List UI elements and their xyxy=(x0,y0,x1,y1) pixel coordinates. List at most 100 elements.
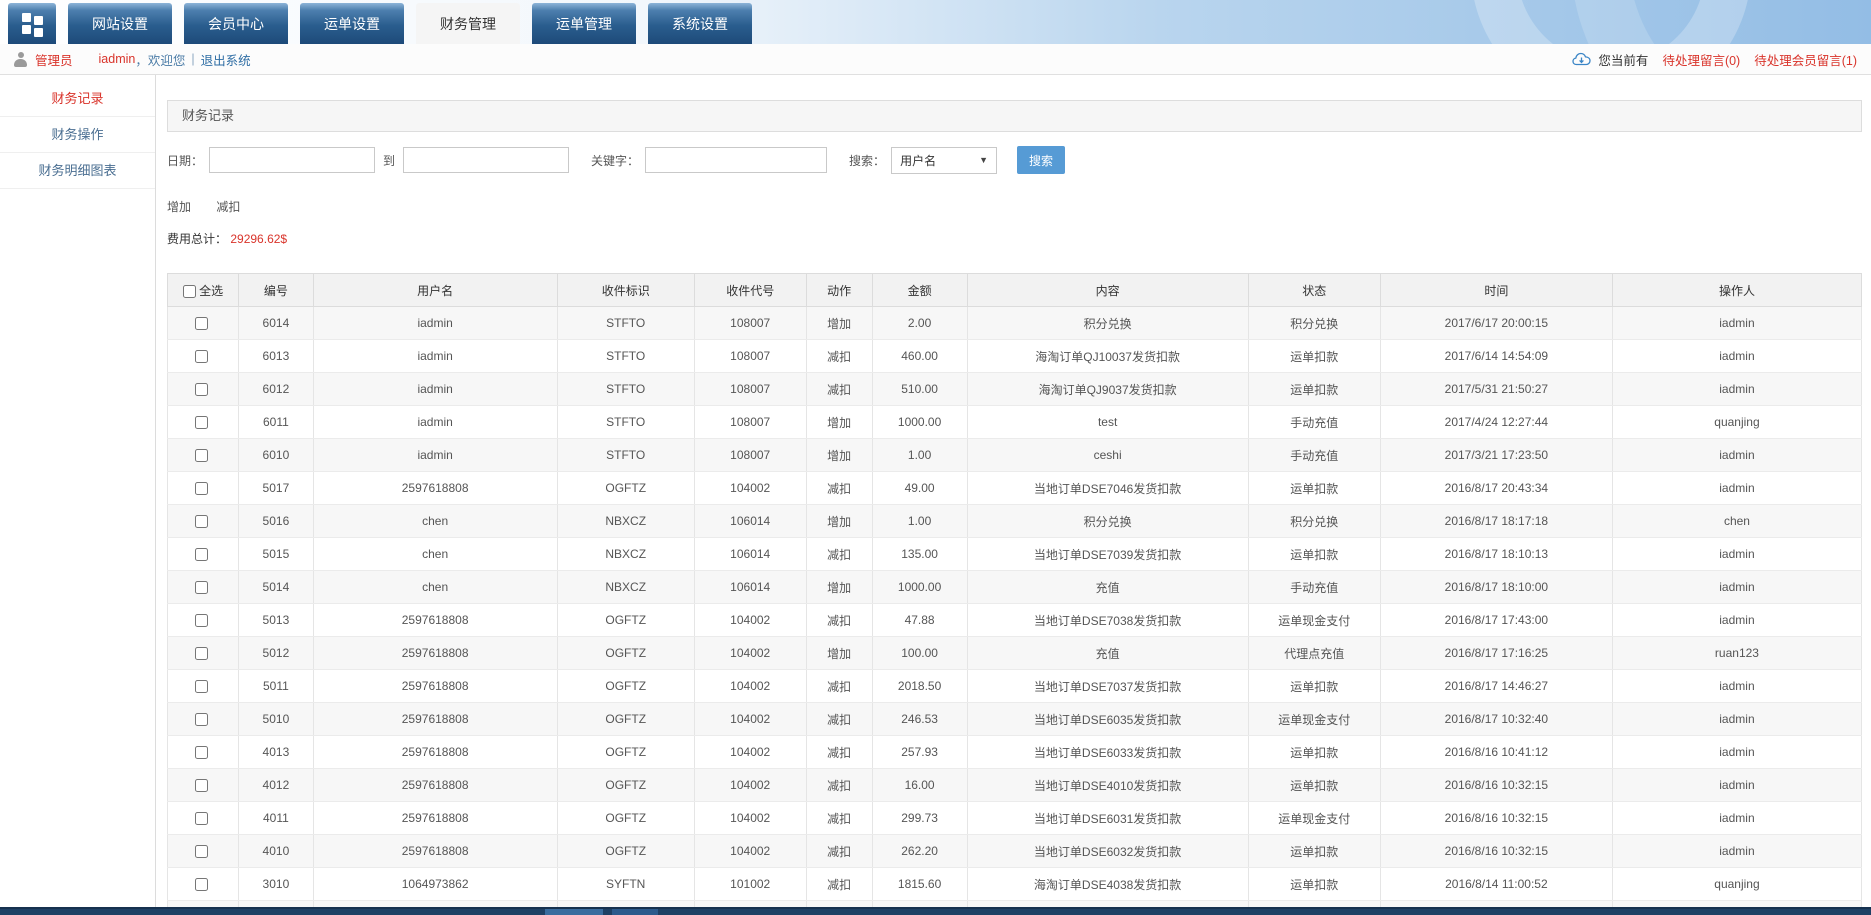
column-header-1: 编号 xyxy=(239,274,314,307)
cell-username: chen xyxy=(313,538,557,571)
row-checkbox[interactable] xyxy=(195,845,208,858)
cell-operator: iadmin xyxy=(1612,373,1861,406)
date-label: 日期： xyxy=(167,152,203,169)
cell-id: 5016 xyxy=(239,505,314,538)
cell-mark: NBXCZ xyxy=(557,538,694,571)
cell-code: 106014 xyxy=(694,505,806,538)
cell-select xyxy=(168,835,239,868)
sidebar-item-1[interactable]: 财务记录 xyxy=(0,81,155,117)
row-checkbox[interactable] xyxy=(195,680,208,693)
row-checkbox[interactable] xyxy=(195,383,208,396)
row-checkbox[interactable] xyxy=(195,614,208,627)
cell-operator: iadmin xyxy=(1612,439,1861,472)
row-checkbox[interactable] xyxy=(195,812,208,825)
select-all-checkbox[interactable] xyxy=(183,285,196,298)
nav-tab-5[interactable]: 运单管理 xyxy=(532,3,636,44)
search-type-select[interactable]: 用户名 ▼ xyxy=(891,147,997,174)
cell-content: 积分兑换 xyxy=(967,307,1248,340)
row-checkbox[interactable] xyxy=(195,515,208,528)
cell-select xyxy=(168,703,239,736)
row-checkbox[interactable] xyxy=(195,581,208,594)
quick-actions: 增加 减扣 xyxy=(167,198,1862,215)
table-row: 50112597618808OGFTZ104002减扣2018.50当地订单DS… xyxy=(168,670,1862,703)
cell-mark: NBXCZ xyxy=(557,571,694,604)
cell-code: 108007 xyxy=(694,406,806,439)
to-label: 到 xyxy=(383,152,395,169)
cell-mark: OGFTZ xyxy=(557,835,694,868)
pending-member-messages-link[interactable]: 待处理会员留言(1) xyxy=(1754,50,1857,69)
cell-code: 108007 xyxy=(694,439,806,472)
cell-code: 108007 xyxy=(694,340,806,373)
taskbar-edge xyxy=(0,907,1871,915)
cell-operator: iadmin xyxy=(1612,307,1861,340)
cell-amount: 1.00 xyxy=(872,439,967,472)
cell-username: iadmin xyxy=(313,406,557,439)
sidebar-item-2[interactable]: 财务操作 xyxy=(0,117,155,153)
sidebar: 财务记录财务操作财务明细图表 xyxy=(0,75,156,907)
row-checkbox[interactable] xyxy=(195,647,208,660)
cell-action: 增加 xyxy=(806,439,872,472)
row-checkbox[interactable] xyxy=(195,482,208,495)
total-value: 29296.62$ xyxy=(230,232,287,246)
cell-time: 2016/8/17 18:10:13 xyxy=(1380,538,1612,571)
cell-status: 运单现金支付 xyxy=(1248,703,1380,736)
cell-content: 当地订单DSE7046发货扣款 xyxy=(967,472,1248,505)
cell-select xyxy=(168,670,239,703)
cell-operator: iadmin xyxy=(1612,802,1861,835)
cell-username: chen xyxy=(313,571,557,604)
cell-operator: iadmin xyxy=(1612,835,1861,868)
cell-id: 5010 xyxy=(239,703,314,736)
row-checkbox[interactable] xyxy=(195,779,208,792)
cell-content: ceshi xyxy=(967,439,1248,472)
cell-username: 1064973862 xyxy=(313,868,557,901)
row-checkbox[interactable] xyxy=(195,317,208,330)
cell-id: 4013 xyxy=(239,736,314,769)
row-checkbox[interactable] xyxy=(195,449,208,462)
cell-action: 减扣 xyxy=(806,373,872,406)
cell-operator: iadmin xyxy=(1612,769,1861,802)
cell-code: 101002 xyxy=(694,868,806,901)
cell-status: 运单扣款 xyxy=(1248,472,1380,505)
logout-link[interactable]: 退出系统 xyxy=(201,50,251,69)
cell-action: 减扣 xyxy=(806,340,872,373)
cell-content: 当地订单DSE7037发货扣款 xyxy=(967,670,1248,703)
row-checkbox[interactable] xyxy=(195,548,208,561)
cell-amount: 2.00 xyxy=(872,307,967,340)
nav-tab-3[interactable]: 运单设置 xyxy=(300,3,404,44)
cell-status: 运单扣款 xyxy=(1248,340,1380,373)
sidebar-item-3[interactable]: 财务明细图表 xyxy=(0,153,155,189)
pending-messages-link[interactable]: 待处理留言(0) xyxy=(1662,50,1740,69)
cell-id: 4011 xyxy=(239,802,314,835)
cell-content: 当地订单DSE6031发货扣款 xyxy=(967,802,1248,835)
select-all-header: 全选 xyxy=(168,274,239,307)
cell-amount: 246.53 xyxy=(872,703,967,736)
total-label: 费用总计： xyxy=(167,232,227,246)
nav-tab-6[interactable]: 系统设置 xyxy=(648,3,752,44)
date-to-input[interactable] xyxy=(403,147,569,173)
cell-action: 减扣 xyxy=(806,868,872,901)
cell-time: 2016/8/16 10:32:15 xyxy=(1380,835,1612,868)
row-checkbox[interactable] xyxy=(195,746,208,759)
nav-tab-1[interactable]: 网站设置 xyxy=(68,3,172,44)
date-from-input[interactable] xyxy=(209,147,375,173)
search-button[interactable]: 搜索 xyxy=(1017,146,1065,174)
cell-id: 6014 xyxy=(239,307,314,340)
row-checkbox[interactable] xyxy=(195,350,208,363)
add-link[interactable]: 增加 xyxy=(167,200,191,214)
cell-status: 手动充值 xyxy=(1248,439,1380,472)
row-checkbox[interactable] xyxy=(195,713,208,726)
row-checkbox[interactable] xyxy=(195,416,208,429)
cell-time: 2016/8/17 20:43:34 xyxy=(1380,472,1612,505)
cell-username: 2597618808 xyxy=(313,736,557,769)
cell-mark: OGFTZ xyxy=(557,736,694,769)
row-checkbox[interactable] xyxy=(195,878,208,891)
deduct-link[interactable]: 减扣 xyxy=(216,200,240,214)
cell-status: 代理点充值 xyxy=(1248,637,1380,670)
nav-tab-4[interactable]: 财务管理 xyxy=(416,3,520,44)
home-grid-button[interactable] xyxy=(8,3,56,44)
keyword-input[interactable] xyxy=(645,147,827,173)
nav-tab-2[interactable]: 会员中心 xyxy=(184,3,288,44)
cell-mark: STFTO xyxy=(557,373,694,406)
cell-operator: iadmin xyxy=(1612,736,1861,769)
cell-amount: 100.00 xyxy=(872,637,967,670)
